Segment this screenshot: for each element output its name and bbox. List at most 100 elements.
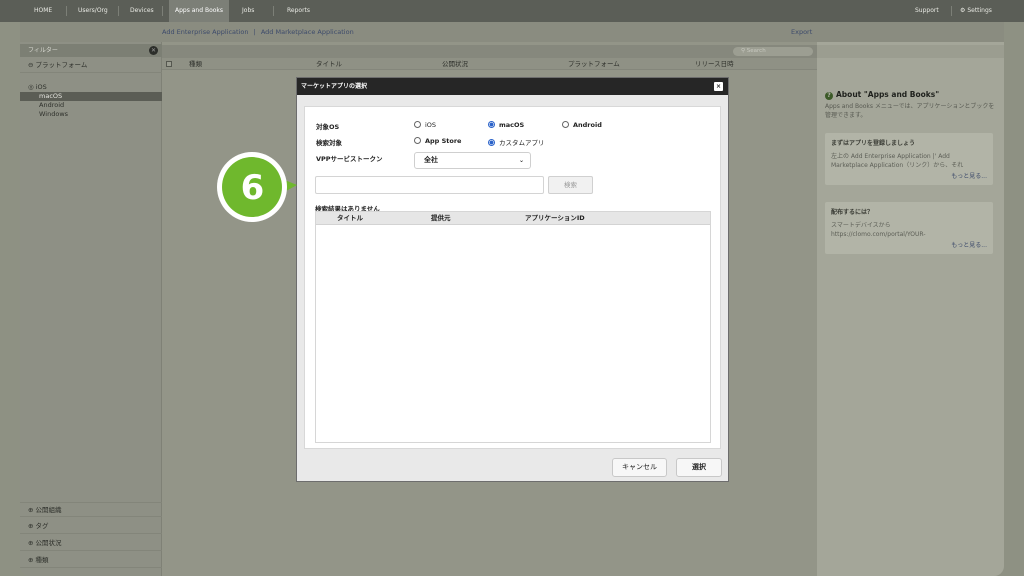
target-radio-custom-app[interactable]: カスタムアプリ bbox=[488, 137, 545, 147]
section-label: 公開状況 bbox=[35, 539, 62, 547]
help-box-distribute: 配布するには？ スマートデバイスから https://clomo.com/por… bbox=[825, 202, 993, 254]
radio-icon bbox=[414, 121, 421, 128]
filter-header: フィルター ✕ bbox=[20, 44, 162, 57]
col-status[interactable]: 公開状況 bbox=[442, 58, 468, 70]
platform-ios[interactable]: ◎ iOS bbox=[20, 83, 162, 92]
nav-settings[interactable]: ⚙ Settings bbox=[960, 0, 992, 22]
more-link[interactable]: もっと見る... bbox=[831, 171, 987, 180]
more-link[interactable]: もっと見る... bbox=[831, 240, 987, 249]
list-header: 種類 タイトル 公開状況 プラットフォーム リリース日時 bbox=[162, 58, 817, 70]
app-search-input[interactable] bbox=[315, 176, 544, 194]
chevron-down-icon: ⌄ bbox=[518, 157, 524, 164]
gear-icon: ⚙ bbox=[960, 7, 966, 14]
search-icon: ⚲ bbox=[741, 48, 746, 54]
radio-icon bbox=[414, 137, 421, 144]
section-label: 種類 bbox=[35, 556, 49, 564]
filter-sidebar: フィルター ✕ ⊖ プラットフォーム ◎ iOS macOS Android W… bbox=[20, 42, 162, 576]
col-platform[interactable]: プラットフォーム bbox=[568, 58, 620, 70]
market-app-dialog: マーケットアプリの選択 × 対象OS iOS macOS Android 検索対… bbox=[296, 77, 729, 482]
section-type[interactable]: ⊕ 種類 bbox=[20, 553, 162, 568]
help-box-heading: 配布するには？ bbox=[831, 209, 874, 216]
nav-divider bbox=[162, 6, 163, 16]
help-title-text: About "Apps and Books" bbox=[836, 90, 940, 99]
step-callout: 6 bbox=[215, 150, 297, 225]
nav-divider bbox=[66, 6, 67, 16]
nav-divider bbox=[118, 6, 119, 16]
help-strip bbox=[817, 45, 1004, 58]
col-title[interactable]: タイトル bbox=[337, 212, 363, 225]
section-tag[interactable]: ⊕ タグ bbox=[20, 519, 162, 534]
col-title[interactable]: タイトル bbox=[316, 58, 342, 70]
radio-checked-icon bbox=[488, 139, 495, 146]
radio-checked-icon bbox=[488, 121, 495, 128]
add-enterprise-link[interactable]: Add Enterprise Application bbox=[162, 28, 248, 36]
nav-divider bbox=[951, 6, 952, 16]
dialog-title: マーケットアプリの選択 bbox=[301, 83, 368, 90]
radio-label: カスタムアプリ bbox=[499, 139, 545, 147]
nav-reports[interactable]: Reports bbox=[287, 0, 310, 22]
search-button[interactable]: 検索 bbox=[548, 176, 593, 194]
os-radio-ios[interactable]: iOS bbox=[414, 121, 436, 129]
platform-section[interactable]: ⊖ プラットフォーム bbox=[20, 58, 162, 73]
expand-icon: ⊕ bbox=[28, 556, 36, 564]
section-public-status[interactable]: ⊕ 公開状況 bbox=[20, 536, 162, 551]
section-label: タグ bbox=[35, 522, 49, 530]
results-table: タイトル 提供元 アプリケーションID bbox=[315, 211, 711, 443]
target-radio-app-store[interactable]: App Store bbox=[414, 137, 461, 145]
target-label: 検索対象 bbox=[316, 139, 342, 147]
link-bar: Add Enterprise Application | Add Marketp… bbox=[20, 22, 1004, 42]
close-icon[interactable]: ✕ bbox=[149, 46, 158, 55]
add-marketplace-link[interactable]: Add Marketplace Application bbox=[261, 28, 354, 36]
results-header: タイトル 提供元 アプリケーションID bbox=[316, 212, 710, 225]
radio-label: App Store bbox=[425, 137, 462, 145]
vpp-selected-value: 全社 bbox=[424, 156, 438, 164]
platform-header: プラットフォーム bbox=[35, 61, 88, 69]
top-nav: HOME Users/Org Devices Apps and Books Jo… bbox=[0, 0, 1024, 22]
expand-icon: ⊕ bbox=[28, 522, 36, 530]
select-button[interactable]: 選択 bbox=[676, 458, 722, 477]
os-radio-android[interactable]: Android bbox=[562, 121, 602, 129]
nav-devices[interactable]: Devices bbox=[130, 0, 154, 22]
section-label: 公開組織 bbox=[35, 506, 62, 514]
filter-label: フィルター bbox=[28, 47, 58, 54]
expand-icon: ⊕ bbox=[28, 539, 36, 547]
platform-macos[interactable]: macOS bbox=[20, 92, 162, 101]
col-type[interactable]: 種類 bbox=[189, 58, 202, 70]
help-icon: ? bbox=[825, 92, 833, 100]
nav-divider bbox=[273, 6, 274, 16]
export-link[interactable]: Export bbox=[791, 28, 812, 36]
os-label: 対象OS bbox=[316, 123, 340, 131]
platform-android[interactable]: Android bbox=[20, 101, 162, 110]
nav-support[interactable]: Support bbox=[915, 0, 939, 22]
collapse-icon: ⊖ bbox=[28, 61, 34, 69]
section-public-org[interactable]: ⊕ 公開組織 bbox=[20, 502, 162, 517]
dialog-body: 対象OS iOS macOS Android 検索対象 App Store カス… bbox=[304, 106, 721, 449]
dialog-header: マーケットアプリの選択 × bbox=[297, 78, 728, 95]
help-box-heading: まずはアプリを登録しましょう bbox=[831, 140, 916, 147]
nav-users-org[interactable]: Users/Org bbox=[78, 0, 108, 22]
link-separator: | bbox=[253, 28, 256, 36]
col-app-id[interactable]: アプリケーションID bbox=[525, 212, 585, 225]
help-description: Apps and Books メニューでは、アプリケーションとブックを管理できま… bbox=[825, 103, 995, 119]
col-release[interactable]: リリース日時 bbox=[695, 58, 734, 70]
nav-settings-label: Settings bbox=[967, 7, 992, 14]
nav-jobs[interactable]: Jobs bbox=[242, 0, 254, 22]
nav-apps-and-books[interactable]: Apps and Books bbox=[169, 0, 230, 22]
radio-icon: ◎ bbox=[28, 83, 34, 91]
callout-number: 6 bbox=[240, 167, 265, 208]
search-placeholder: Search bbox=[746, 48, 766, 54]
cancel-button[interactable]: キャンセル bbox=[612, 458, 667, 477]
help-box-text: スマートデバイスから https://clomo.com/portal/YOUR… bbox=[831, 222, 926, 238]
help-title: ? About "Apps and Books" bbox=[825, 90, 939, 100]
radio-label: iOS bbox=[425, 121, 437, 129]
vpp-token-select[interactable]: 全社 ⌄ bbox=[414, 152, 531, 169]
platform-windows[interactable]: Windows bbox=[20, 110, 162, 119]
platform-ios-label: iOS bbox=[35, 83, 47, 91]
os-radio-macos[interactable]: macOS bbox=[488, 121, 524, 129]
col-provider[interactable]: 提供元 bbox=[431, 212, 451, 225]
close-icon[interactable]: × bbox=[714, 82, 723, 91]
list-search-input[interactable]: ⚲ Search bbox=[733, 47, 813, 56]
radio-icon bbox=[562, 121, 569, 128]
select-all-checkbox[interactable] bbox=[166, 61, 172, 67]
nav-home[interactable]: HOME bbox=[34, 0, 52, 22]
